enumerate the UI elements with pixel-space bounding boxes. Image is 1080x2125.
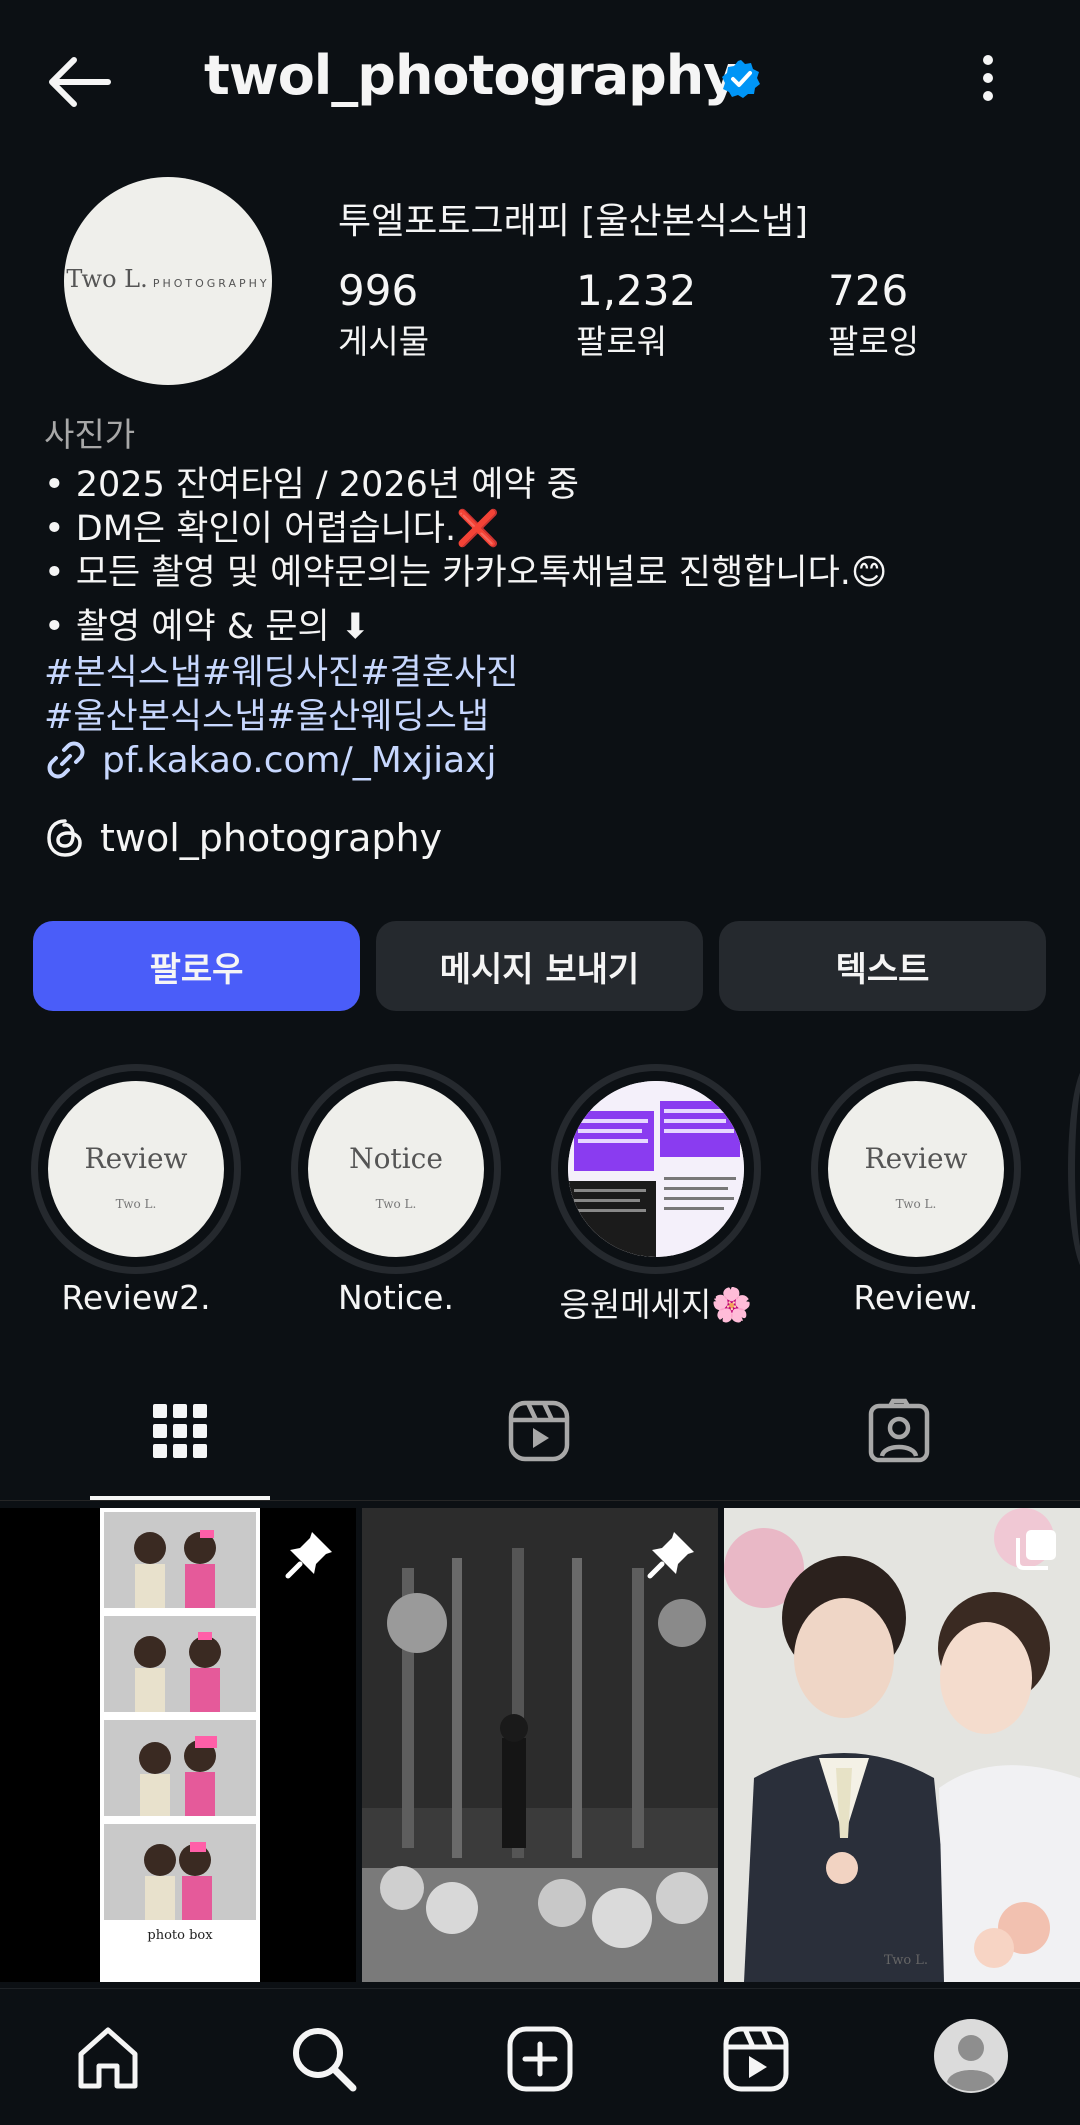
profile-full-name: 투엘포토그래피 [울산본식스냅] bbox=[338, 201, 809, 242]
highlight-cover: Notice Two L. bbox=[308, 1081, 484, 1257]
highlight-label: Review2. bbox=[61, 1278, 211, 1317]
highlight-cover-text: Review bbox=[84, 1141, 188, 1175]
avatar-logo-subtext: PHOTOGRAPHY bbox=[152, 277, 270, 290]
profile-avatar[interactable]: Two L. PHOTOGRAPHY bbox=[64, 177, 272, 385]
link-icon bbox=[47, 741, 85, 779]
reels-tab-icon[interactable] bbox=[506, 1398, 572, 1464]
highlight-cover-text: Notice bbox=[349, 1141, 443, 1175]
photobox-caption: photo box bbox=[147, 1928, 213, 1943]
highlight-label: Review. bbox=[853, 1278, 979, 1317]
stat-posts-label: 게시물 bbox=[338, 322, 430, 361]
highlight-label: 응원메세지🌸 bbox=[559, 1285, 753, 1324]
highlight-cover: Review Two L. bbox=[48, 1081, 224, 1257]
stat-posts-value: 996 bbox=[338, 266, 419, 315]
grid-icon[interactable] bbox=[147, 1398, 213, 1464]
highlight-next-partial[interactable] bbox=[1068, 1064, 1080, 1274]
bio-link[interactable]: pf.kakao.com/_Mxjiaxj bbox=[44, 738, 497, 782]
more-vertical-icon[interactable] bbox=[968, 50, 1008, 110]
avatar-logo-text: Two L. bbox=[66, 265, 148, 293]
highlight-cover-sub: Two L. bbox=[375, 1196, 417, 1211]
highlight-cover: Review Two L. bbox=[828, 1081, 1004, 1257]
photo-watermark: Two L. bbox=[884, 1953, 929, 1968]
profile-avatar-nav[interactable] bbox=[933, 2018, 1009, 2094]
highlight-cover-sub: Two L. bbox=[115, 1196, 157, 1211]
post-thumbnail-photobooth[interactable]: photo box bbox=[0, 1508, 356, 1982]
pin-icon bbox=[285, 1532, 332, 1579]
message-button[interactable]: 메시지 보내기 bbox=[376, 921, 703, 1011]
highlight-notice[interactable]: Notice Two L. bbox=[291, 1064, 501, 1274]
verified-badge-icon bbox=[722, 60, 760, 98]
stat-followers[interactable]: 1,232 팔로워 bbox=[576, 266, 696, 363]
back-arrow-icon[interactable] bbox=[44, 52, 116, 112]
search-icon[interactable] bbox=[289, 2024, 359, 2094]
highlight-review2[interactable]: Review Two L. bbox=[31, 1064, 241, 1274]
text-button[interactable]: 텍스트 bbox=[719, 921, 1046, 1011]
multiple-posts-icon bbox=[1016, 1530, 1056, 1570]
message-screenshot-thumbnail bbox=[568, 1081, 744, 1257]
follow-button[interactable]: 팔로우 bbox=[33, 921, 360, 1011]
threads-icon bbox=[47, 819, 82, 857]
pin-icon bbox=[647, 1532, 694, 1579]
top-bar: twol_photography bbox=[0, 0, 1080, 165]
bio-line: • 모든 촬영 및 예약문의는 카카오톡채널로 진행합니다.😊 bbox=[44, 553, 888, 593]
highlight-label: Notice. bbox=[338, 1278, 454, 1317]
home-icon[interactable] bbox=[73, 2024, 143, 2094]
post-thumbnail-wedding-hall[interactable] bbox=[362, 1508, 718, 1982]
bio-hashtags[interactable]: #울산본식스냅#울산웨딩스냅 bbox=[44, 688, 489, 739]
tab-divider bbox=[0, 1500, 1080, 1501]
highlight-cover-sub: Two L. bbox=[895, 1196, 937, 1211]
bio-link-text[interactable]: pf.kakao.com/_Mxjiaxj bbox=[102, 740, 497, 781]
tagged-icon[interactable] bbox=[866, 1398, 932, 1464]
avatar-logo: Two L. PHOTOGRAPHY bbox=[64, 265, 272, 293]
couple-portrait-image bbox=[724, 1508, 1080, 1982]
stat-followers-value: 1,232 bbox=[576, 266, 697, 315]
highlight-cover-screenshot bbox=[568, 1081, 744, 1257]
stat-followers-label: 팔로워 bbox=[576, 322, 668, 361]
stat-following-label: 팔로잉 bbox=[828, 322, 920, 361]
post-thumbnail-couple[interactable]: Two L. bbox=[724, 1508, 1080, 1982]
stat-following-value: 726 bbox=[828, 266, 909, 315]
threads-badge[interactable]: twol_photography bbox=[44, 816, 442, 860]
highlight-cover-text: Review bbox=[864, 1141, 968, 1175]
highlight-messages[interactable] bbox=[551, 1064, 761, 1274]
stat-posts[interactable]: 996 게시물 bbox=[338, 266, 429, 363]
bio-line: • 촬영 예약 & 문의 ⬇ bbox=[44, 607, 371, 647]
profile-category: 사진가 bbox=[44, 415, 136, 454]
reels-icon[interactable] bbox=[721, 2024, 791, 2094]
header-username: twol_photography bbox=[204, 44, 738, 107]
highlight-review[interactable]: Review Two L. bbox=[811, 1064, 1021, 1274]
threads-handle: twol_photography bbox=[100, 816, 443, 860]
stat-following[interactable]: 726 팔로잉 bbox=[828, 266, 919, 363]
create-icon[interactable] bbox=[505, 2024, 575, 2094]
